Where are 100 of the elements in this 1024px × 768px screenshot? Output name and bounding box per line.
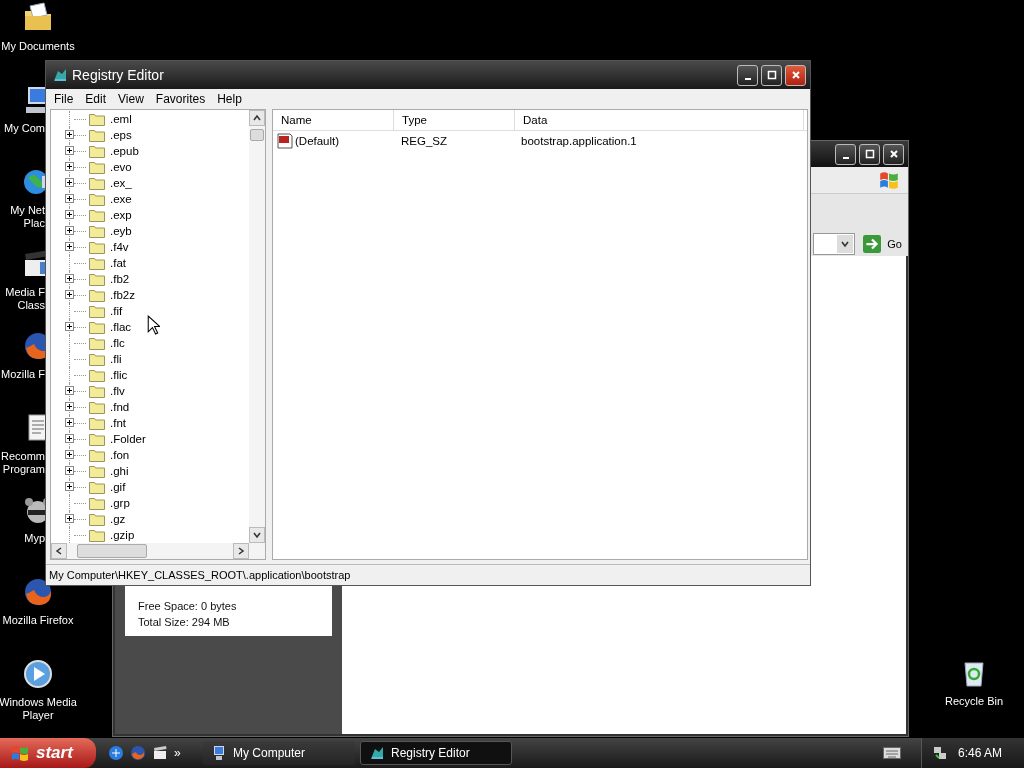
tree-item[interactable]: .epub (51, 143, 249, 159)
icon-label: My Net Plac (9, 204, 45, 230)
tree-item[interactable]: .ex_ (51, 175, 249, 191)
folder-icon (89, 336, 105, 350)
vertical-scrollbar[interactable] (249, 110, 265, 543)
clapperboard-icon[interactable] (152, 745, 168, 761)
expand-button[interactable] (65, 194, 74, 203)
value-type: REG_SZ (400, 135, 448, 147)
menu-item[interactable]: Edit (79, 92, 113, 106)
expand-button[interactable] (65, 146, 74, 155)
expand-button[interactable] (65, 386, 74, 395)
expand-button[interactable] (65, 226, 74, 235)
expand-button[interactable] (65, 274, 74, 283)
expand-button[interactable] (65, 434, 74, 443)
horizontal-scrollbar[interactable] (51, 543, 265, 559)
expand-button[interactable] (65, 162, 74, 171)
tree-item[interactable]: .flic (51, 367, 249, 383)
expand-button[interactable] (65, 402, 74, 411)
tree-item[interactable]: .evo (51, 159, 249, 175)
expand-button[interactable] (65, 242, 74, 251)
close-button[interactable] (883, 143, 904, 165)
close-icon (790, 70, 801, 80)
scroll-thumb[interactable] (250, 129, 264, 141)
folder-icon (89, 464, 105, 478)
minimize-button[interactable] (835, 143, 856, 165)
tree-item[interactable]: .fli (51, 351, 249, 367)
tree-item[interactable]: .gif (51, 479, 249, 495)
close-button[interactable] (785, 64, 806, 86)
tree-item[interactable]: .f4v (51, 239, 249, 255)
close-icon (888, 149, 899, 159)
tree-item[interactable]: .fat (51, 255, 249, 271)
expand-button[interactable] (65, 290, 74, 299)
expand-button[interactable] (65, 418, 74, 427)
tree-item[interactable]: .exe (51, 191, 249, 207)
tree-item[interactable]: .Folder (51, 431, 249, 447)
column-header[interactable]: Name (273, 110, 394, 130)
details-text: Free Space: 0 bytes (138, 600, 238, 612)
value-name[interactable]: (Default) (295, 135, 340, 147)
scroll-right-button[interactable] (233, 543, 249, 559)
maximize-button[interactable] (859, 143, 880, 165)
scroll-down-button[interactable] (249, 527, 265, 543)
mouse-cursor-icon (147, 315, 160, 335)
menu-item[interactable]: View (112, 92, 150, 106)
tree-item[interactable]: .ghi (51, 463, 249, 479)
scroll-thumb[interactable] (77, 544, 147, 558)
folder-icon (89, 176, 105, 190)
address-field[interactable] (813, 233, 856, 255)
windows-flag-icon (10, 743, 30, 763)
expand-button[interactable] (65, 322, 74, 331)
keyboard-icon[interactable] (883, 747, 901, 759)
expand-button[interactable] (65, 178, 74, 187)
folder-icon (89, 384, 105, 398)
expand-button[interactable] (65, 130, 74, 139)
menu-item[interactable]: Help (211, 92, 248, 106)
expand-button[interactable] (65, 210, 74, 219)
expand-button[interactable] (65, 514, 74, 523)
folder-icon (89, 160, 105, 174)
tree-item[interactable]: .eps (51, 127, 249, 143)
tree-item[interactable]: .fon (51, 447, 249, 463)
taskbar-button[interactable]: Registry Editor (360, 741, 512, 765)
folder-icon (89, 224, 105, 238)
tree-item[interactable]: .fb2z (51, 287, 249, 303)
caret-icon (840, 239, 851, 249)
menu-item[interactable]: Favorites (149, 92, 212, 106)
column-header[interactable]: Data (515, 110, 804, 130)
dropdown-button[interactable] (837, 235, 854, 253)
menu-item[interactable]: File (48, 92, 80, 106)
go-button[interactable]: Go (859, 234, 906, 254)
tree-item[interactable]: .grp (51, 495, 249, 511)
tree-item[interactable]: .fb2 (51, 271, 249, 287)
more-button[interactable]: » (174, 746, 181, 760)
tree-item[interactable]: .flv (51, 383, 249, 399)
taskbar-button[interactable]: My Computer (203, 741, 355, 765)
folder-icon (89, 128, 105, 142)
caret-icon (54, 546, 64, 556)
minimize-button[interactable] (737, 64, 758, 86)
tree-item[interactable]: .eml (51, 111, 249, 127)
scroll-up-button[interactable] (249, 110, 265, 126)
tree-item[interactable]: .exp (51, 207, 249, 223)
folder-icon (89, 352, 105, 366)
column-header[interactable]: Type (394, 110, 515, 130)
start-button[interactable]: start (0, 738, 96, 768)
tree-item[interactable]: .flac (51, 319, 249, 335)
folder-icon (89, 416, 105, 430)
media-player-icon[interactable] (22, 658, 54, 690)
expand-button[interactable] (65, 450, 74, 459)
tree-item[interactable]: .gz (51, 511, 249, 527)
icon-label: Myp (23, 532, 45, 545)
network-icon[interactable] (932, 745, 948, 761)
icon-label: My Com (3, 122, 45, 135)
expand-button[interactable] (65, 466, 74, 475)
tree-item[interactable]: .fnd (51, 399, 249, 415)
scroll-left-button[interactable] (51, 543, 67, 559)
tree-item[interactable]: .fnt (51, 415, 249, 431)
tree-item[interactable]: .fif (51, 303, 249, 319)
maximize-button[interactable] (761, 64, 782, 86)
tree-item[interactable]: .flc (51, 335, 249, 351)
registry-icon (369, 745, 385, 761)
tree-item[interactable]: .eyb (51, 223, 249, 239)
expand-button[interactable] (65, 482, 74, 491)
